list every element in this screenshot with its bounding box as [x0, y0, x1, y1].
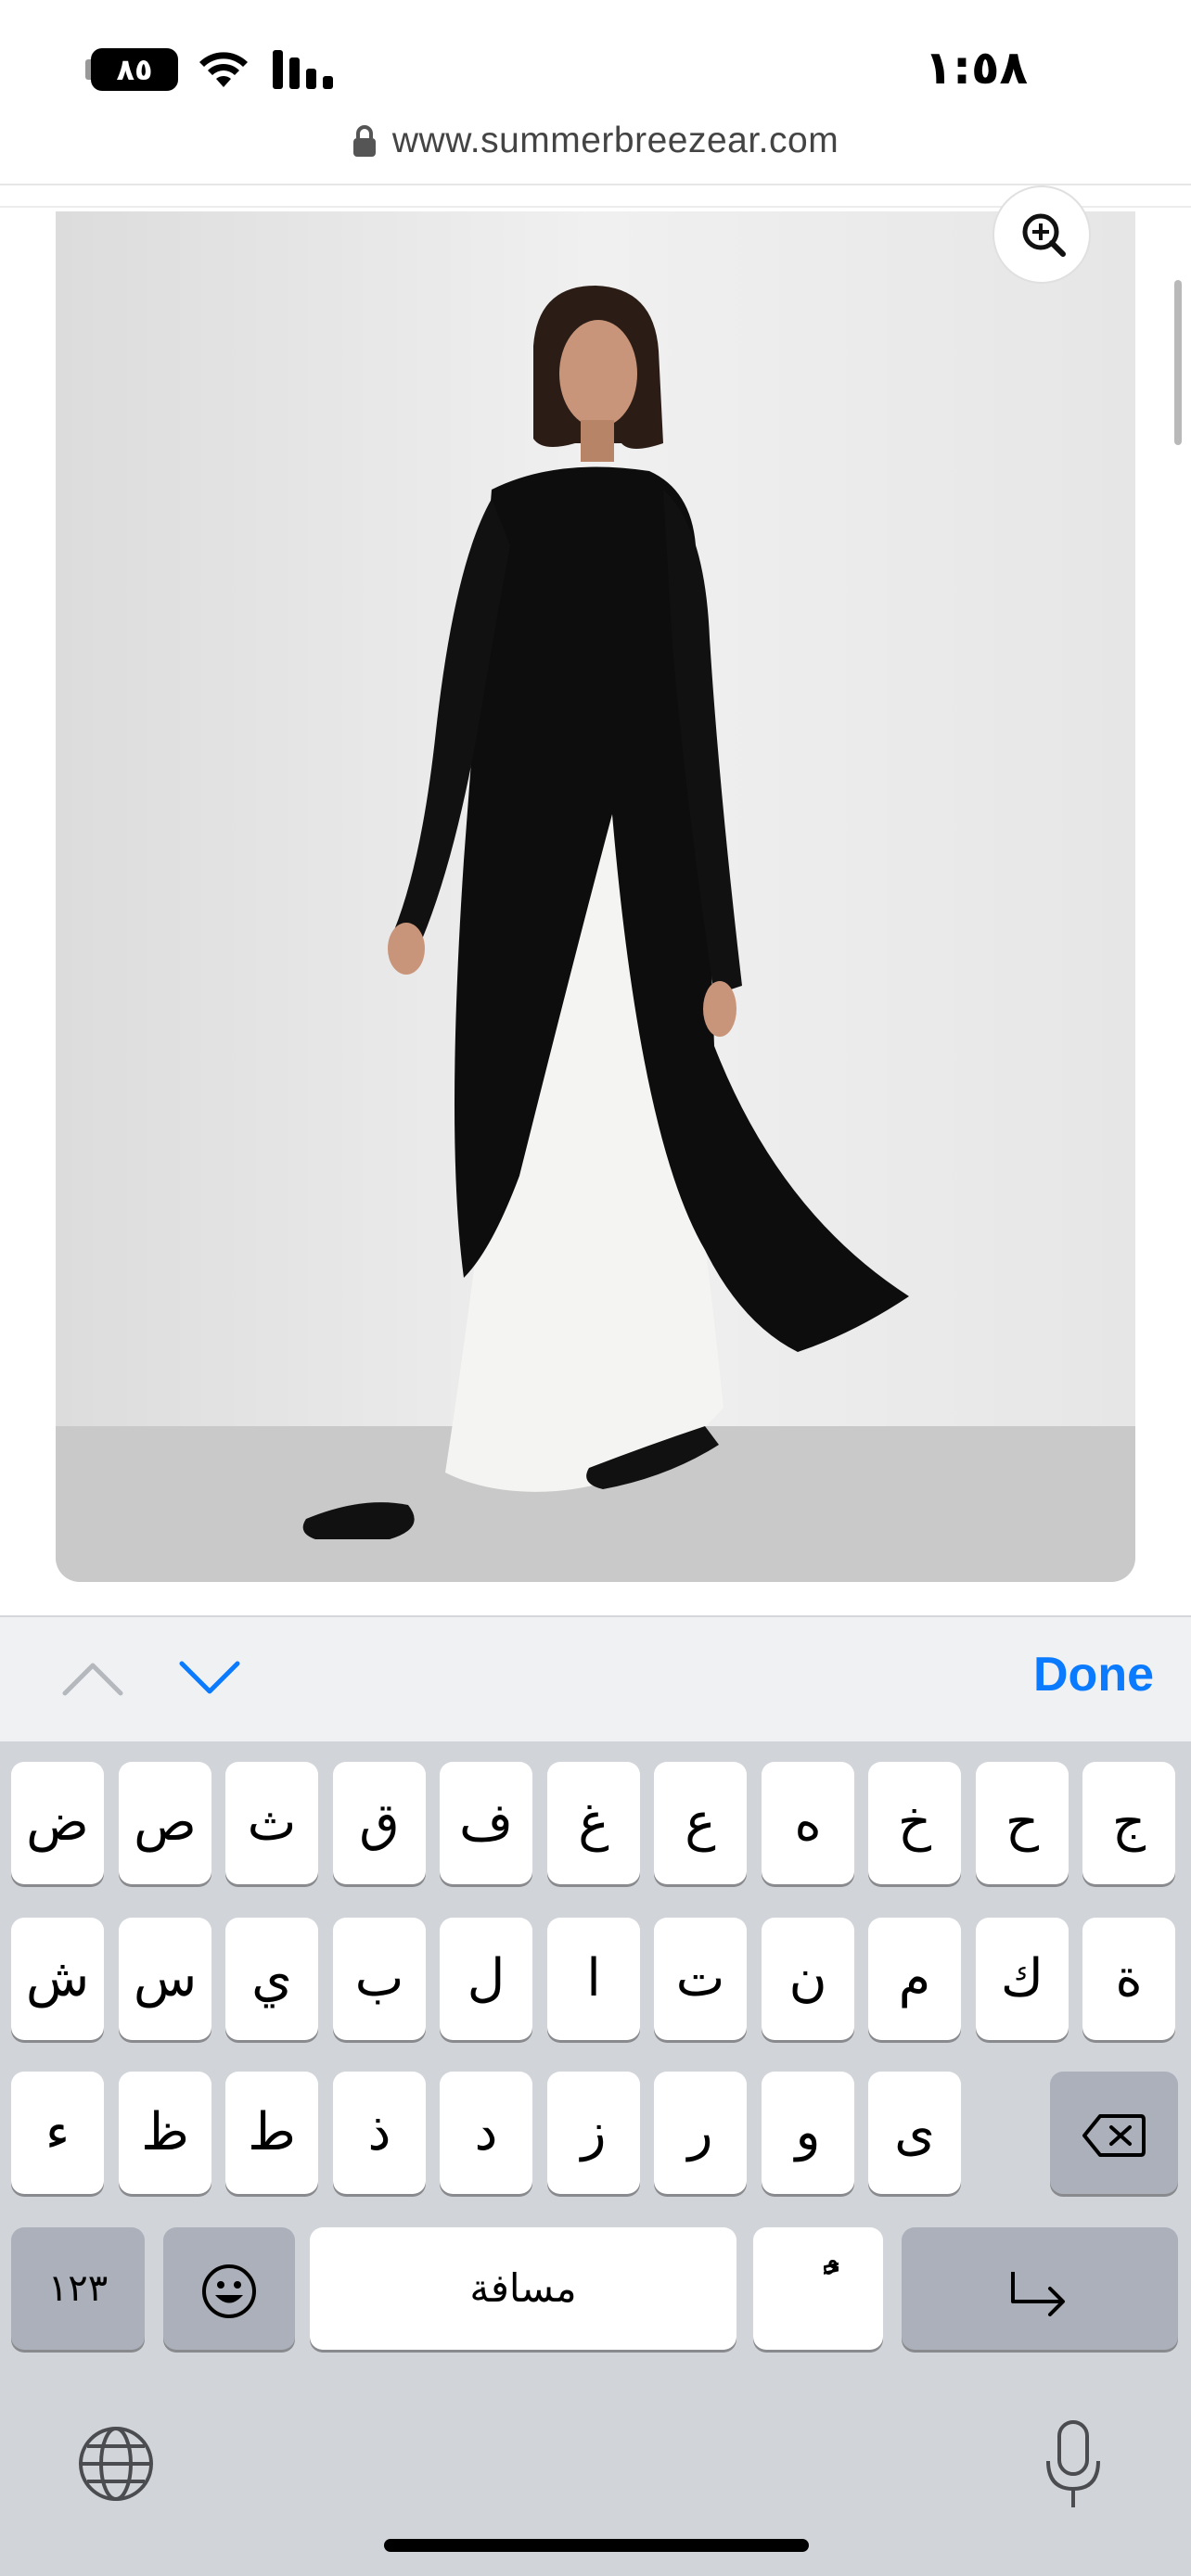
key-row1-1[interactable]: ص [119, 1762, 211, 1884]
return-key[interactable] [902, 2227, 1178, 2350]
key-row3-4[interactable]: د [440, 2072, 532, 2194]
home-indicator[interactable] [384, 2539, 809, 2552]
chevron-down-icon[interactable] [176, 1652, 243, 1702]
url-text: www.summerbreezear.com [391, 121, 839, 160]
key-label: ة [1115, 1948, 1143, 2009]
key-label: ا [586, 1948, 601, 2009]
microphone-icon[interactable] [1043, 2418, 1104, 2511]
key-row3-7[interactable]: و [762, 2072, 854, 2194]
key-label: د [474, 2102, 498, 2162]
key-row1-6[interactable]: ع [654, 1762, 747, 1884]
key-label: ت [675, 1948, 725, 2009]
key-label: ث [247, 1792, 297, 1853]
key-row2-3[interactable]: ب [333, 1918, 426, 2040]
key-label: ي [251, 1948, 292, 2009]
key-row2-5[interactable]: ا [547, 1918, 640, 2040]
zoom-button[interactable] [992, 185, 1091, 284]
key-row1-7[interactable]: ه [762, 1762, 854, 1884]
key-label: و [795, 2102, 821, 2162]
product-image[interactable] [56, 211, 1135, 1582]
scrollbar[interactable] [1174, 280, 1182, 445]
key-row2-7[interactable]: ن [762, 1918, 854, 2040]
return-icon [1011, 2271, 1065, 2316]
key-row2-6[interactable]: ت [654, 1918, 747, 2040]
key-label: ض [26, 1792, 89, 1853]
key-row3-1[interactable]: ظ [119, 2072, 211, 2194]
key-row3-2[interactable]: ط [225, 2072, 318, 2194]
chevron-up-icon[interactable] [59, 1652, 126, 1702]
key-label: ع [685, 1792, 716, 1853]
key-row2-8[interactable]: م [868, 1918, 961, 2040]
key-label: ء [45, 2102, 70, 2162]
model-photo [56, 211, 1135, 1582]
key-label: ج [1111, 1792, 1146, 1853]
key-row2-2[interactable]: ي [225, 1918, 318, 2040]
key-label: ص [134, 1792, 197, 1853]
key-row3-6[interactable]: ر [654, 2072, 747, 2194]
key-label: ر [687, 2102, 713, 2162]
cellular-signal-icon [273, 50, 333, 89]
key-label: ز [581, 2102, 607, 2162]
key-row1-4[interactable]: ف [440, 1762, 532, 1884]
key-label: ب [354, 1948, 404, 2009]
key-label: خ [897, 1792, 932, 1853]
key-row1-9[interactable]: ح [976, 1762, 1069, 1884]
zoom-in-icon [1022, 213, 1066, 257]
key-label: ذ [367, 2102, 391, 2162]
delete-icon [1082, 2113, 1146, 2157]
key-row1-2[interactable]: ث [225, 1762, 318, 1884]
key-row1-5[interactable]: غ [547, 1762, 640, 1884]
key-row2-0[interactable]: ش [11, 1918, 104, 2040]
numbers-key[interactable]: ١٢٣ [11, 2227, 145, 2350]
key-label: ه [794, 1792, 822, 1853]
address-bar[interactable]: www.summerbreezear.com [0, 121, 1191, 176]
key-label: ظ [141, 2102, 189, 2162]
key-row2-10[interactable]: ة [1082, 1918, 1175, 2040]
globe-icon[interactable] [76, 2424, 156, 2504]
status-time: ١:٥٨ [924, 41, 1028, 95]
key-row2-1[interactable]: س [119, 1918, 211, 2040]
key-label: ف [458, 1792, 514, 1853]
key-row3-8[interactable]: ى [868, 2072, 961, 2194]
key-label: س [133, 1948, 198, 2009]
battery-indicator: ٨٥ [91, 48, 178, 91]
key-label: ط [248, 2102, 296, 2162]
lock-icon [352, 125, 376, 157]
key-label: ح [1005, 1792, 1040, 1853]
key-label: ى [894, 2102, 935, 2162]
key-label: ق [359, 1792, 400, 1853]
key-row1-10[interactable]: ج [1082, 1762, 1175, 1884]
space-key[interactable]: مسافة [310, 2227, 736, 2350]
key-label: ك [1000, 1948, 1044, 2009]
keyboard-accessory-bar: Done [0, 1615, 1191, 1741]
key-row2-4[interactable]: ل [440, 1918, 532, 2040]
key-label: ن [788, 1948, 827, 2009]
numbers-key-label: ١٢٣ [47, 2267, 109, 2310]
delete-key[interactable] [1050, 2072, 1178, 2194]
key-row3-3[interactable]: ذ [333, 2072, 426, 2194]
toolbar-divider [0, 184, 1191, 185]
key-row3-5[interactable]: ز [547, 2072, 640, 2194]
emoji-icon [202, 2264, 256, 2318]
key-row1-0[interactable]: ض [11, 1762, 104, 1884]
wifi-icon [199, 52, 248, 87]
key-label: ش [25, 1948, 90, 2009]
done-button[interactable]: Done [1033, 1647, 1154, 1702]
diacritic-key[interactable]: ًٌ [753, 2227, 883, 2350]
status-bar: ٨٥ ١:٥٨ [0, 0, 1191, 139]
key-label: م [898, 1948, 931, 2009]
key-label: غ [578, 1792, 609, 1853]
key-row1-3[interactable]: ق [333, 1762, 426, 1884]
space-key-label: مسافة [469, 2265, 577, 2311]
key-label: ل [467, 1948, 506, 2009]
key-row3-0[interactable]: ء [11, 2072, 104, 2194]
emoji-key[interactable] [163, 2227, 295, 2350]
key-row1-8[interactable]: خ [868, 1762, 961, 1884]
key-row2-9[interactable]: ك [976, 1918, 1069, 2040]
keyboard: ضصث قف غ ع ه خ ح ج شسي ب ل ا ت ن م ك ة ء ظط ذ د ز ر و ى ١٢٣ مس… [0, 1741, 1191, 2576]
